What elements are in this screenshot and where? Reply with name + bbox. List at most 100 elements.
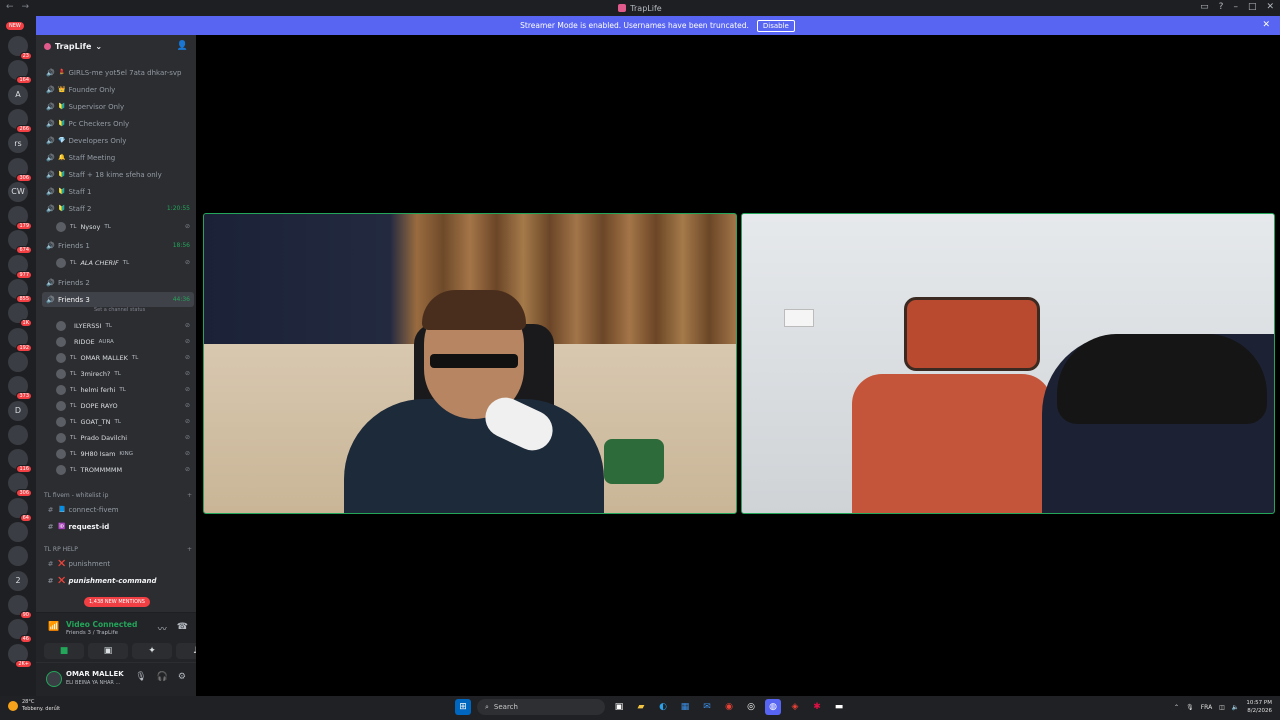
- server-icon[interactable]: 64: [8, 497, 32, 522]
- steam-icon[interactable]: ◎: [743, 699, 759, 715]
- voice-user-friends1[interactable]: TL ALA CHERIF TL ⊘: [56, 255, 196, 270]
- start-icon[interactable]: ⊞: [455, 699, 471, 715]
- settings-gear-icon[interactable]: ⚙: [178, 672, 186, 682]
- voice-channel[interactable]: 🔊 🔰 Staff + 18 kime sfeha only: [42, 167, 194, 182]
- server-icon[interactable]: 23: [8, 36, 32, 60]
- voice-user[interactable]: RIDOE AURA ⊘: [56, 334, 196, 349]
- server-icon[interactable]: [8, 522, 28, 542]
- category-help[interactable]: TL RP HELP +: [44, 543, 192, 555]
- server-icon[interactable]: D: [8, 400, 28, 421]
- terminal-icon[interactable]: ▬: [831, 699, 847, 715]
- voice-user[interactable]: TL 9H80 Isam KING ⊘: [56, 446, 196, 461]
- voice-user[interactable]: TL 3mirech? TL ⊘: [56, 366, 196, 381]
- voice-user-staff2[interactable]: TL Nysoy TL ⊘: [56, 219, 196, 234]
- guild-header[interactable]: TrapLife ⌄ 👤: [36, 35, 196, 57]
- close-window-icon[interactable]: ✕: [1266, 2, 1274, 12]
- server-icon[interactable]: 977: [8, 254, 32, 279]
- back-arrow-icon[interactable]: ←: [6, 2, 14, 12]
- app-icon[interactable]: ◈: [787, 699, 803, 715]
- voice-user[interactable]: TL Prado Davilchi ⊘: [56, 430, 196, 445]
- server-icon[interactable]: CW: [8, 181, 28, 202]
- server-icon[interactable]: A: [8, 84, 28, 105]
- maximize-icon[interactable]: □: [1248, 2, 1257, 12]
- voice-channel[interactable]: 🔊 👑 Founder Only: [42, 82, 194, 97]
- camera-button[interactable]: ■: [44, 643, 84, 659]
- network-icon[interactable]: ◫: [1219, 704, 1225, 711]
- voice-channel[interactable]: 🔊 💄 GIRLS-me yot5el 7ata dhkar-svp: [42, 65, 194, 80]
- voice-channel[interactable]: 🔊 🔰 Supervisor Only: [42, 99, 194, 114]
- server-icon[interactable]: 1K: [8, 303, 32, 328]
- signal-icon[interactable]: 📶: [48, 622, 59, 632]
- inbox-icon[interactable]: ▭: [1200, 2, 1209, 12]
- mail-icon[interactable]: ✉: [699, 699, 715, 715]
- add-member-icon[interactable]: 👤: [177, 41, 188, 51]
- voice-location[interactable]: Friends 3 / TrapLife: [66, 630, 118, 636]
- chrome-icon[interactable]: ◉: [721, 699, 737, 715]
- text-channel[interactable]: # ❌ punishment: [42, 556, 194, 571]
- server-icon[interactable]: 2: [8, 570, 28, 591]
- server-icon[interactable]: 192: [8, 327, 32, 352]
- search-box[interactable]: ⌕ Search: [477, 699, 605, 715]
- voice-user[interactable]: TL TROMMMMM ⊘: [56, 462, 196, 477]
- close-banner-icon[interactable]: ✕: [1262, 20, 1270, 30]
- mic-tray-icon[interactable]: 🎙: [1186, 704, 1194, 711]
- voice-user[interactable]: TL DOPE RAYO ⊘: [56, 398, 196, 413]
- voice-channel-friends-3[interactable]: 🔊 Friends 3 44:36: [42, 292, 194, 307]
- microphone-icon[interactable]: 🎙: [135, 672, 146, 682]
- disconnect-icon[interactable]: ☎: [177, 622, 188, 635]
- voice-user[interactable]: TL helmi ferhi TL ⊘: [56, 382, 196, 397]
- voice-user[interactable]: ILYERSSI TL ⊘: [56, 318, 196, 333]
- server-icon[interactable]: 2K+: [8, 643, 32, 668]
- help-icon[interactable]: ?: [1219, 2, 1224, 12]
- server-icon[interactable]: rs: [8, 133, 28, 154]
- task-view-icon[interactable]: ▣: [611, 699, 627, 715]
- disable-streamer-mode-button[interactable]: Disable: [756, 19, 795, 32]
- edge-icon[interactable]: ◐: [655, 699, 671, 715]
- server-icon[interactable]: 46: [8, 619, 32, 644]
- server-icon[interactable]: 373: [8, 376, 32, 401]
- voice-channel[interactable]: 🔊 💎 Developers Only: [42, 133, 194, 148]
- screen-share-button[interactable]: ▣: [88, 643, 128, 659]
- text-channel[interactable]: # ❌ punishment-command: [42, 573, 194, 588]
- voice-channel-friends-2[interactable]: 🔊 Friends 2: [42, 275, 194, 290]
- noise-suppression-icon[interactable]: 〰: [158, 622, 167, 635]
- add-channel-icon[interactable]: +: [187, 546, 192, 553]
- server-icon[interactable]: 179: [8, 206, 32, 231]
- text-channel[interactable]: # 🆔 request-id: [42, 519, 194, 534]
- add-channel-icon[interactable]: +: [187, 492, 192, 499]
- video-tile-1[interactable]: [203, 213, 737, 514]
- activities-button[interactable]: ✦: [132, 643, 172, 659]
- voice-user[interactable]: TL OMAR MALLEK TL ⊘: [56, 350, 196, 365]
- discord-icon[interactable]: ◍: [765, 699, 781, 715]
- weather-widget[interactable]: 28°C Tebbeny. derűlt: [8, 699, 60, 713]
- server-icon[interactable]: 855: [8, 279, 32, 303]
- server-icon[interactable]: [8, 424, 28, 445]
- voice-user[interactable]: TL GOAT_TN TL ⊘: [56, 414, 196, 429]
- voice-channel[interactable]: 🔊 🔰 Staff 1: [42, 184, 194, 199]
- server-icon[interactable]: 266: [8, 108, 32, 133]
- server-icon[interactable]: 306: [8, 157, 32, 182]
- video-tile-2[interactable]: [741, 213, 1275, 514]
- voice-channel[interactable]: 🔊 🔰 Pc Checkers Only: [42, 116, 194, 131]
- avatar[interactable]: [46, 671, 62, 687]
- server-icon[interactable]: 306: [8, 473, 32, 498]
- channel-status-hint[interactable]: Set a channel status: [94, 307, 145, 313]
- category-fivem[interactable]: TL fivem - whitelist ip +: [44, 489, 192, 501]
- server-icon[interactable]: [8, 546, 28, 567]
- server-icon[interactable]: 164: [8, 60, 32, 85]
- voice-channel[interactable]: 🔊 🔰 Staff 2 1:20:55: [42, 201, 194, 216]
- server-icon[interactable]: 674: [8, 230, 32, 255]
- file-explorer-icon[interactable]: ▰: [633, 699, 649, 715]
- forward-arrow-icon[interactable]: →: [22, 2, 30, 12]
- server-icon[interactable]: 116: [8, 449, 32, 474]
- store-icon[interactable]: ▦: [677, 699, 693, 715]
- volume-icon[interactable]: 🔈: [1232, 704, 1239, 711]
- minimize-icon[interactable]: –: [1233, 2, 1238, 12]
- server-icon[interactable]: 90: [8, 594, 32, 619]
- server-icon[interactable]: [8, 351, 28, 372]
- chevron-up-icon[interactable]: ⌃: [1174, 704, 1179, 711]
- language-indicator[interactable]: FRA: [1201, 704, 1212, 711]
- voice-channel-friends-1[interactable]: 🔊 Friends 1 18:56: [42, 238, 194, 253]
- new-mentions-pill[interactable]: 1,438 NEW MENTIONS: [84, 597, 150, 607]
- recorder-icon[interactable]: ✱: [809, 699, 825, 715]
